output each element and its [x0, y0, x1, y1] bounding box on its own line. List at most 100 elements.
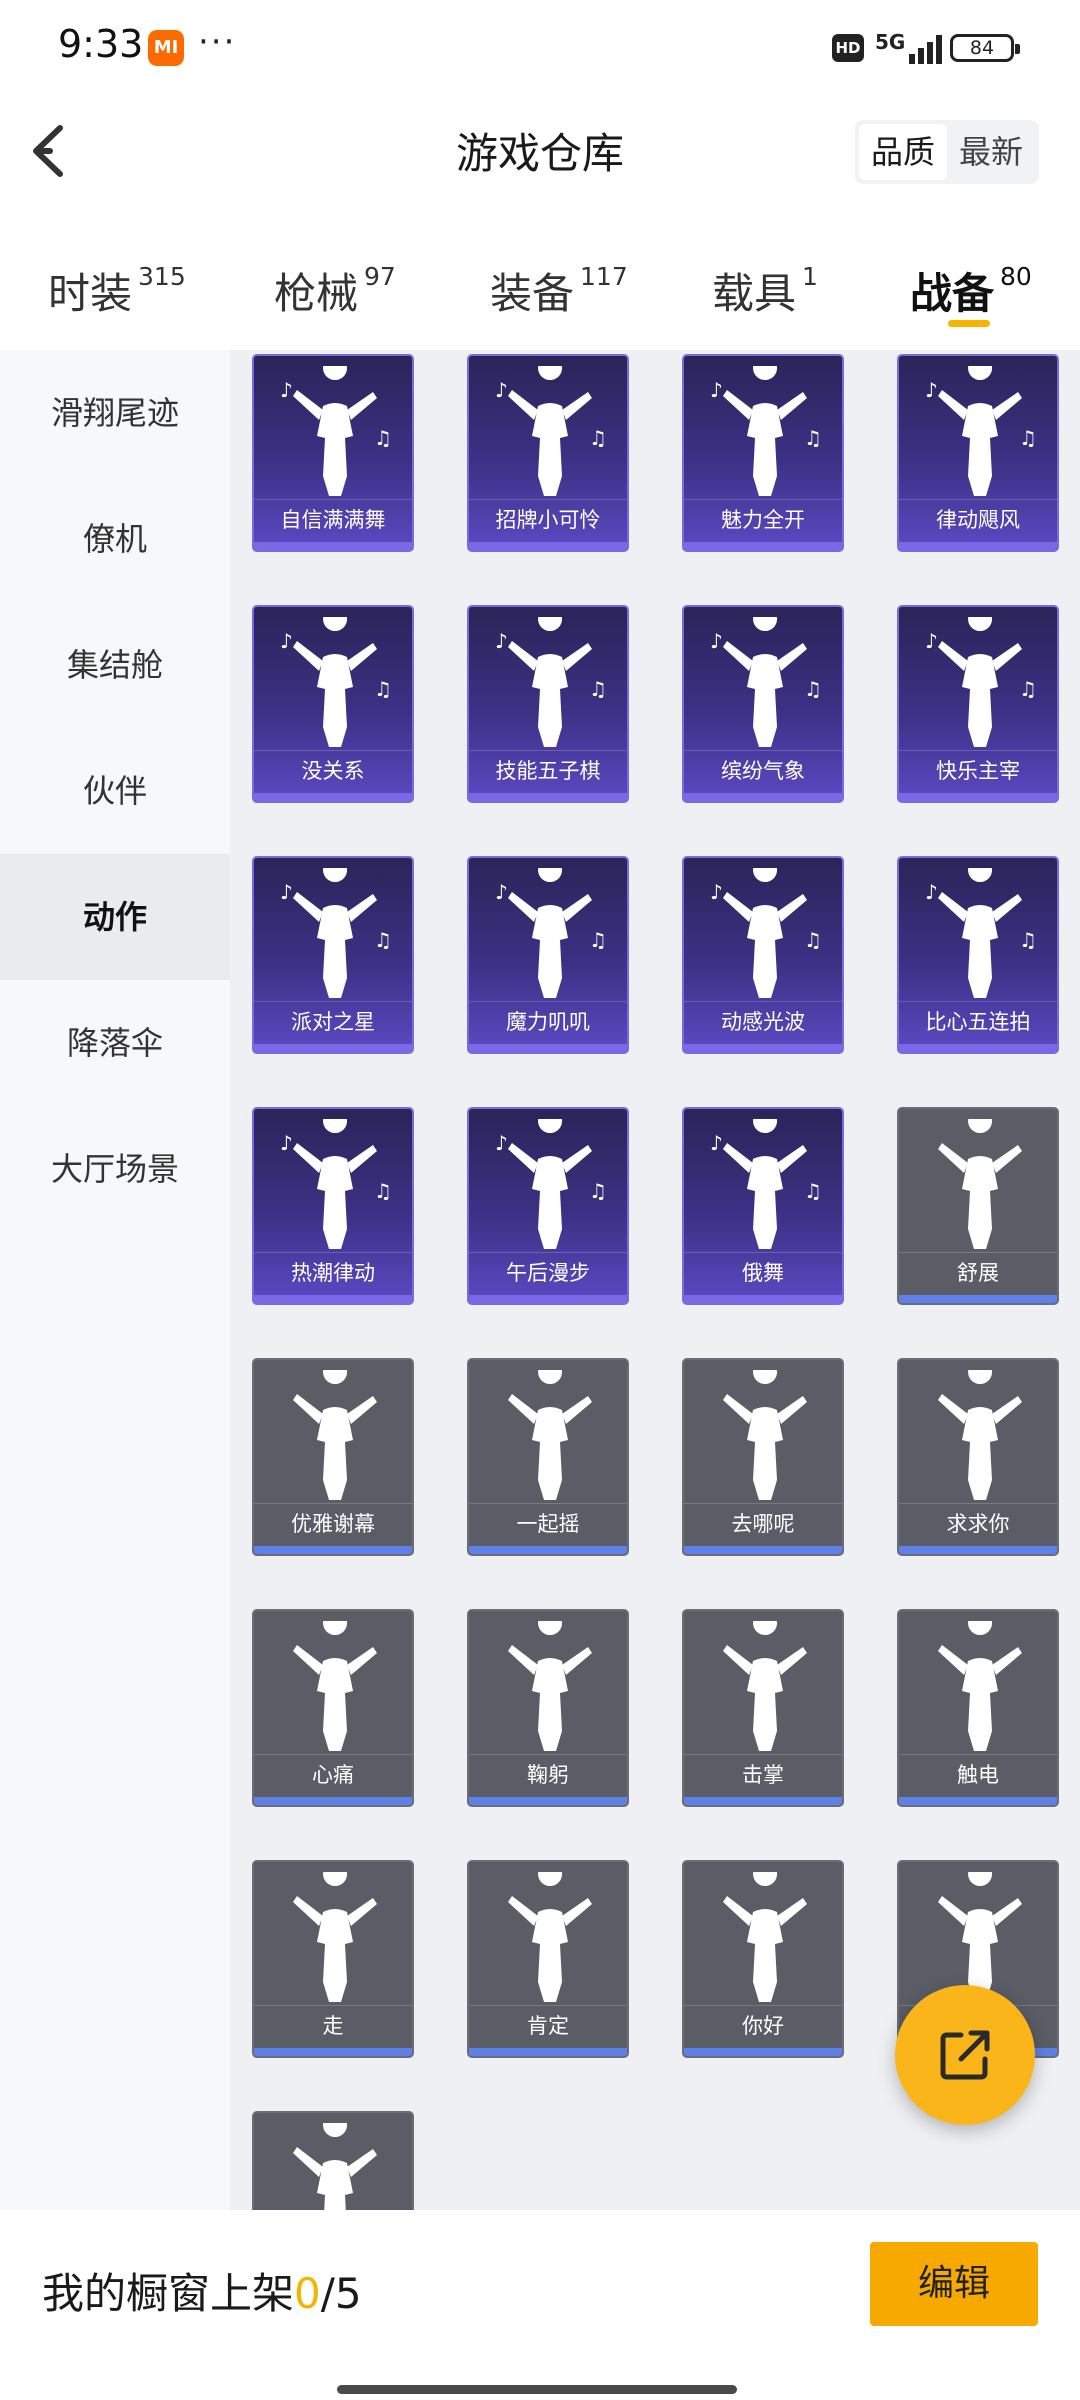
- tab-vehicles[interactable]: 载具 1: [712, 260, 818, 321]
- sidebar-item-lobby-scene[interactable]: 大厅场景: [0, 1106, 230, 1232]
- emote-figure-icon: [938, 1370, 1022, 1500]
- sort-toggle: 品质 最新: [855, 120, 1039, 184]
- quality-bar: [899, 542, 1057, 550]
- quality-bar: [899, 1044, 1057, 1052]
- emote-card[interactable]: ♪ ♫ 热潮律动: [252, 1107, 414, 1305]
- share-button[interactable]: [895, 1985, 1035, 2125]
- more-notifications-icon: ···: [198, 22, 237, 62]
- music-note-icon: ♪: [280, 880, 293, 904]
- emote-name: 去哪呢: [684, 1503, 842, 1544]
- sidebar-item-emotes[interactable]: 动作: [0, 854, 230, 980]
- edit-button[interactable]: 编辑: [870, 2242, 1038, 2326]
- category-tabs: 时装 315 枪械 97 装备 117 载具 1 战备 80: [0, 240, 1080, 340]
- quality-bar: [684, 1797, 842, 1805]
- emote-card[interactable]: 肯定: [467, 1860, 629, 2058]
- sort-by-latest-button[interactable]: 最新: [947, 124, 1035, 180]
- emote-name: 招牌小可怜: [469, 499, 627, 540]
- sidebar-item-assembly-pod[interactable]: 集结舱: [0, 602, 230, 728]
- emote-card[interactable]: ♪ ♫ 自信满满舞: [252, 354, 414, 552]
- emote-name: 派对之星: [254, 1001, 412, 1042]
- sidebar-item-companion[interactable]: 伙伴: [0, 728, 230, 854]
- emote-card[interactable]: ♪ ♫ 招牌小可怜: [467, 354, 629, 552]
- quality-bar: [684, 793, 842, 801]
- music-note-icon: ♪: [925, 629, 938, 653]
- music-note-icon: ♫: [1019, 426, 1037, 450]
- emote-name: 优雅谢幕: [254, 1503, 412, 1544]
- quality-bar: [684, 1295, 842, 1303]
- music-note-icon: ♪: [280, 1131, 293, 1155]
- tab-battle-gear[interactable]: 战备 80: [910, 260, 1032, 321]
- quality-bar: [254, 1295, 412, 1303]
- emote-card[interactable]: 你好: [682, 1860, 844, 2058]
- emote-name: 律动飓风: [899, 499, 1057, 540]
- emote-card[interactable]: ♪ ♫ 技能五子棋: [467, 605, 629, 803]
- battery-icon: 84: [950, 34, 1020, 62]
- emote-card[interactable]: 求求你: [897, 1358, 1059, 1556]
- emote-card[interactable]: 优雅谢幕: [252, 1358, 414, 1556]
- quality-bar: [899, 1546, 1057, 1554]
- emote-figure-icon: [293, 1621, 377, 1751]
- quality-bar: [254, 1797, 412, 1805]
- emote-card[interactable]: 舒展: [897, 1107, 1059, 1305]
- emote-card[interactable]: 心痛: [252, 1609, 414, 1807]
- music-note-icon: ♪: [495, 378, 508, 402]
- status-bar: 9:33 MI ··· HD 5G 84: [0, 0, 1080, 100]
- emote-card[interactable]: 鞠躬: [467, 1609, 629, 1807]
- mi-app-icon: MI: [148, 30, 184, 66]
- emote-card[interactable]: ♪ ♫ 动感光波: [682, 856, 844, 1054]
- emote-card[interactable]: ♪ ♫ 比心五连拍: [897, 856, 1059, 1054]
- sidebar-item-glide-trail[interactable]: 滑翔尾迹: [0, 350, 230, 476]
- emote-card[interactable]: ♪ ♫ 律动飓风: [897, 354, 1059, 552]
- emote-card[interactable]: ♪ ♫ 魔力叽叽: [467, 856, 629, 1054]
- quality-bar: [254, 1044, 412, 1052]
- tab-count: 97: [364, 262, 396, 291]
- tab-guns[interactable]: 枪械 97: [274, 260, 396, 321]
- music-note-icon: ♫: [374, 426, 392, 450]
- quality-bar: [254, 1546, 412, 1554]
- music-note-icon: ♫: [374, 677, 392, 701]
- quality-bar: [469, 1044, 627, 1052]
- quality-bar: [684, 2048, 842, 2056]
- tab-equipment[interactable]: 装备 117: [490, 260, 628, 321]
- emote-card[interactable]: ♪ ♫ 午后漫步: [467, 1107, 629, 1305]
- tab-fashion[interactable]: 时装 315: [48, 260, 186, 321]
- emote-card[interactable]: 一起摇: [467, 1358, 629, 1556]
- home-indicator[interactable]: [337, 2385, 737, 2394]
- emote-card[interactable]: ♪ ♫ 没关系: [252, 605, 414, 803]
- sidebar-item-wingman[interactable]: 僚机: [0, 476, 230, 602]
- music-note-icon: ♫: [1019, 928, 1037, 952]
- tab-count: 315: [138, 262, 186, 291]
- emote-figure-icon: [293, 1872, 377, 2002]
- emote-card[interactable]: 触电: [897, 1609, 1059, 1807]
- emote-card[interactable]: ♪ ♫ 魅力全开: [682, 354, 844, 552]
- emote-card[interactable]: 去哪呢: [682, 1358, 844, 1556]
- emote-card[interactable]: ♪ ♫ 缤纷气象: [682, 605, 844, 803]
- emote-name: 技能五子棋: [469, 750, 627, 791]
- emote-figure-icon: [508, 1621, 592, 1751]
- emote-figure-icon: [293, 2123, 377, 2210]
- emote-name: 没关系: [254, 750, 412, 791]
- emote-card[interactable]: [252, 2111, 414, 2210]
- quality-bar: [899, 793, 1057, 801]
- music-note-icon: ♫: [589, 1179, 607, 1203]
- sort-by-quality-button[interactable]: 品质: [859, 124, 947, 180]
- hd-voice-icon: HD: [832, 34, 864, 62]
- emote-name: 缤纷气象: [684, 750, 842, 791]
- emote-card[interactable]: 走: [252, 1860, 414, 2058]
- quality-bar: [469, 1797, 627, 1805]
- quality-bar: [684, 1044, 842, 1052]
- emote-card[interactable]: ♪ ♫ 派对之星: [252, 856, 414, 1054]
- sidebar-item-parachute[interactable]: 降落伞: [0, 980, 230, 1106]
- music-note-icon: ♫: [374, 1179, 392, 1203]
- music-note-icon: ♫: [804, 1179, 822, 1203]
- tab-count: 1: [802, 262, 818, 291]
- emote-name: 击掌: [684, 1754, 842, 1795]
- sidebar: 滑翔尾迹 僚机 集结舱 伙伴 动作 降落伞 大厅场景: [0, 350, 230, 2210]
- emote-card[interactable]: 击掌: [682, 1609, 844, 1807]
- emote-name: 俄舞: [684, 1252, 842, 1293]
- emote-card[interactable]: ♪ ♫ 快乐主宰: [897, 605, 1059, 803]
- tab-count: 80: [1000, 262, 1032, 291]
- emote-figure-icon: [508, 1872, 592, 2002]
- music-note-icon: ♫: [804, 677, 822, 701]
- emote-card[interactable]: ♪ ♫ 俄舞: [682, 1107, 844, 1305]
